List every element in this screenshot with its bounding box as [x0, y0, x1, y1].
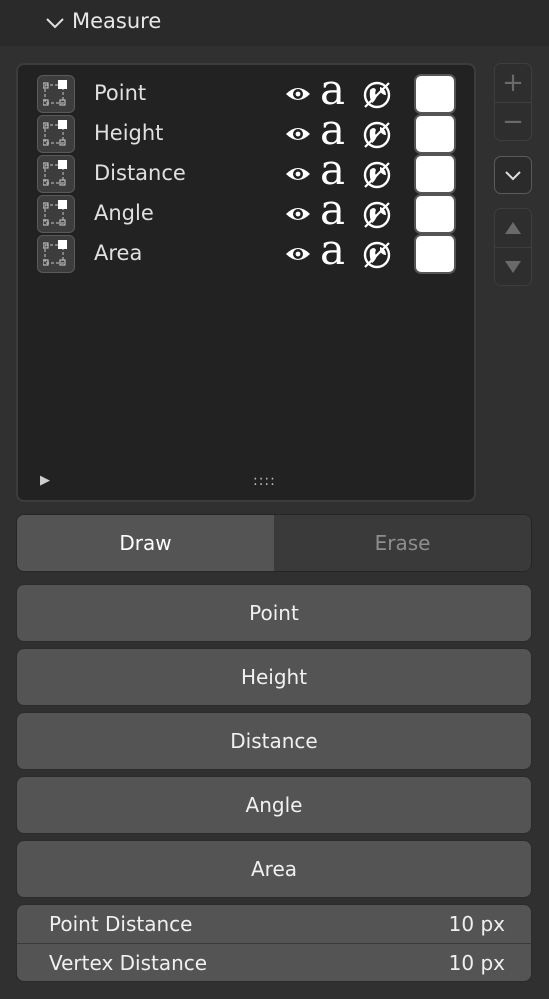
plus-icon: +: [502, 67, 524, 98]
globe-icon[interactable]: [362, 241, 392, 269]
move-group: [494, 208, 532, 286]
panel-header[interactable]: Measure: [0, 0, 549, 46]
point-distance-label: Point Distance: [49, 912, 193, 936]
add-point-button[interactable]: Point: [16, 584, 532, 642]
list-item-name[interactable]: Distance: [94, 161, 186, 185]
move-up-button[interactable]: [495, 209, 531, 246]
move-down-button[interactable]: [495, 247, 531, 285]
triangle-down-icon: [505, 260, 521, 273]
color-swatch[interactable]: [414, 234, 456, 274]
measure-object-icon: [37, 115, 75, 153]
list-specials-menu-button[interactable]: [494, 156, 532, 194]
list-resize-grip[interactable]: ::::: [253, 473, 276, 489]
color-swatch[interactable]: [414, 114, 456, 154]
vertex-distance-label: Vertex Distance: [49, 951, 208, 975]
color-swatch[interactable]: [414, 74, 456, 114]
vertex-distance-field[interactable]: Vertex Distance 10 px: [17, 944, 531, 981]
list-item-name[interactable]: Point: [94, 81, 146, 105]
point-distance-field[interactable]: Point Distance 10 px: [17, 905, 531, 943]
minus-icon: −: [502, 106, 524, 137]
distance-settings: Point Distance 10 px Vertex Distance 10 …: [16, 904, 532, 982]
list-item[interactable]: Area a: [18, 229, 474, 274]
list-item[interactable]: Angle a: [18, 189, 474, 234]
panel-title: Measure: [72, 9, 162, 33]
point-distance-value[interactable]: 10 px: [449, 912, 505, 936]
chevron-down-icon: [46, 18, 64, 29]
list-item[interactable]: Height a: [18, 109, 474, 154]
globe-icon[interactable]: [362, 201, 392, 229]
measure-object-icon: [37, 195, 75, 233]
list-item-name[interactable]: Angle: [94, 201, 154, 225]
list-item[interactable]: Distance a: [18, 149, 474, 194]
eye-icon[interactable]: [284, 163, 312, 185]
add-area-button[interactable]: Area: [16, 840, 532, 898]
color-swatch[interactable]: [414, 154, 456, 194]
erase-mode-button[interactable]: Erase: [274, 515, 531, 571]
measure-object-icon: [37, 235, 75, 273]
draw-mode-button[interactable]: Draw: [17, 515, 274, 571]
globe-icon[interactable]: [362, 81, 392, 109]
globe-icon[interactable]: [362, 161, 392, 189]
remove-item-button[interactable]: −: [495, 102, 531, 140]
eye-icon[interactable]: [284, 203, 312, 225]
globe-icon[interactable]: [362, 121, 392, 149]
vertex-distance-value[interactable]: 10 px: [449, 951, 505, 975]
chevron-down-icon: [505, 171, 521, 181]
list-item-name[interactable]: Height: [94, 121, 163, 145]
add-height-button[interactable]: Height: [16, 648, 532, 706]
color-swatch[interactable]: [414, 194, 456, 234]
add-angle-button[interactable]: Angle: [16, 776, 532, 834]
measurement-list[interactable]: Point a Height a Distance a Angle a Area…: [16, 63, 476, 502]
list-item[interactable]: Point a: [18, 69, 474, 114]
add-item-button[interactable]: +: [495, 64, 531, 101]
add-remove-group: + −: [494, 63, 532, 141]
list-filter-toggle[interactable]: ▶: [40, 473, 50, 488]
eye-icon[interactable]: [284, 123, 312, 145]
triangle-up-icon: [505, 221, 521, 234]
eye-icon[interactable]: [284, 83, 312, 105]
text-visibility-icon[interactable]: a: [320, 229, 345, 271]
list-item-name[interactable]: Area: [94, 241, 142, 265]
eye-icon[interactable]: [284, 243, 312, 265]
measure-object-icon: [37, 75, 75, 113]
measure-object-icon: [37, 155, 75, 193]
add-distance-button[interactable]: Distance: [16, 712, 532, 770]
mode-toggle: Draw Erase: [16, 514, 532, 572]
